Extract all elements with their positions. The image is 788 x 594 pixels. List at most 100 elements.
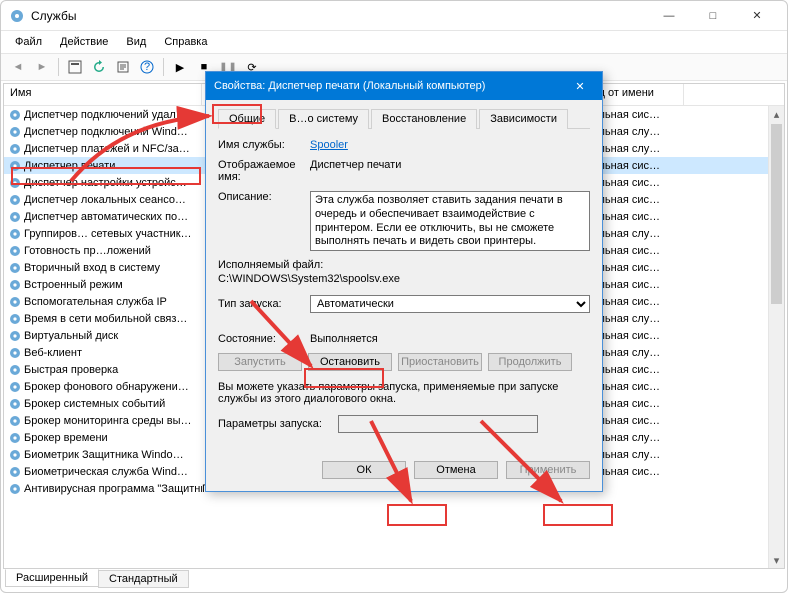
menu-view[interactable]: Вид <box>118 34 154 50</box>
service-name: Брокер времени <box>24 432 202 444</box>
tab-standard[interactable]: Стандартный <box>98 570 189 588</box>
gear-icon <box>8 227 22 241</box>
apply-button[interactable]: Применить <box>506 461 590 479</box>
service-name: Диспетчер печати <box>24 160 202 172</box>
menu-action[interactable]: Действие <box>52 34 116 50</box>
toolbar-separator <box>58 58 59 76</box>
toolbar-back-button[interactable]: ◄ <box>7 56 29 78</box>
svg-text:?: ? <box>144 61 150 73</box>
service-name: Диспетчер автоматических по… <box>24 211 202 223</box>
gear-icon <box>8 244 22 258</box>
gear-icon <box>8 346 22 360</box>
executable-label: Исполняемый файл: <box>218 259 323 271</box>
dialog-close-button[interactable]: ✕ <box>566 80 594 93</box>
service-name: Диспетчер настройки устройс… <box>24 177 202 189</box>
gear-icon <box>8 193 22 207</box>
tab-extended[interactable]: Расширенный <box>5 569 99 587</box>
window-maximize-button[interactable]: □ <box>691 2 735 30</box>
properties-dialog: Свойства: Диспетчер печати (Локальный ко… <box>205 71 603 492</box>
window-title: Службы <box>31 9 647 23</box>
gear-icon <box>8 448 22 462</box>
stop-button[interactable]: Остановить <box>308 353 392 371</box>
service-name: Диспетчер подключений Wind… <box>24 126 202 138</box>
service-name: Диспетчер подключений удал… <box>24 109 202 121</box>
startup-type-select[interactable]: Автоматически <box>310 295 590 313</box>
toolbar-separator <box>163 58 164 76</box>
menu-bar: Файл Действие Вид Справка <box>1 31 787 53</box>
gear-icon <box>8 108 22 122</box>
service-name: Брокер системных событий <box>24 398 202 410</box>
service-name: Биометрик Защитника Windo… <box>24 449 202 461</box>
scroll-thumb[interactable] <box>771 124 782 304</box>
gear-icon <box>8 261 22 275</box>
cancel-button[interactable]: Отмена <box>414 461 498 479</box>
resume-button[interactable]: Продолжить <box>488 353 572 371</box>
start-button[interactable]: Запустить <box>218 353 302 371</box>
service-name: Встроенный режим <box>24 279 202 291</box>
service-name: Диспетчер платежей и NFC/за… <box>24 143 202 155</box>
description-value[interactable]: Эта служба позволяет ставить задания печ… <box>310 191 590 251</box>
gear-icon <box>8 397 22 411</box>
toolbar-refresh-button[interactable] <box>88 56 110 78</box>
tab-recovery[interactable]: Восстановление <box>371 109 477 129</box>
service-name: Антивирусная программа "Защитника Window… <box>24 483 202 495</box>
display-name-label: Отображаемое имя: <box>218 159 310 183</box>
gear-icon <box>8 414 22 428</box>
executable-value: C:\WINDOWS\System32\spoolsv.exe <box>218 273 400 285</box>
pause-button[interactable]: Приостановить <box>398 353 482 371</box>
service-name: Группиров… сетевых участник… <box>24 228 202 240</box>
service-name: Вспомогательная служба IP <box>24 296 202 308</box>
gear-icon <box>8 142 22 156</box>
service-name: Веб-клиент <box>24 347 202 359</box>
start-params-input[interactable] <box>338 415 538 433</box>
toolbar-export-button[interactable] <box>112 56 134 78</box>
tab-logon[interactable]: В…о систему <box>278 109 369 129</box>
window-minimize-button[interactable]: — <box>647 2 691 30</box>
gear-icon <box>8 465 22 479</box>
bottom-tabs: Расширенный Стандартный <box>1 570 787 592</box>
menu-file[interactable]: Файл <box>7 34 50 50</box>
service-name: Брокер мониторинга среды вы… <box>24 415 202 427</box>
dialog-tabs: Общие В…о систему Восстановление Зависим… <box>218 108 590 129</box>
service-name: Вторичный вход в систему <box>24 262 202 274</box>
service-name-label: Имя службы: <box>218 139 310 151</box>
service-name: Брокер фонового обнаружени… <box>24 381 202 393</box>
toolbar-forward-button[interactable]: ► <box>31 56 53 78</box>
service-name: Биометрическая служба Wind… <box>24 466 202 478</box>
scroll-up-icon[interactable]: ▴ <box>769 106 784 122</box>
service-name: Виртуальный диск <box>24 330 202 342</box>
dialog-titlebar[interactable]: Свойства: Диспетчер печати (Локальный ко… <box>206 72 602 100</box>
window-titlebar: Службы — □ ✕ <box>1 1 787 31</box>
gear-icon <box>8 159 22 173</box>
column-name[interactable]: Имя <box>4 84 202 105</box>
window-close-button[interactable]: ✕ <box>735 2 779 30</box>
gear-icon <box>8 329 22 343</box>
services-icon <box>9 8 25 24</box>
ok-button[interactable]: ОК <box>322 461 406 479</box>
menu-help[interactable]: Справка <box>156 34 215 50</box>
start-params-label: Параметры запуска: <box>218 418 338 430</box>
gear-icon <box>8 176 22 190</box>
state-label: Состояние: <box>218 333 310 345</box>
service-name-value[interactable]: Spooler <box>310 139 590 151</box>
dialog-title: Свойства: Диспетчер печати (Локальный ко… <box>214 80 566 92</box>
toolbar-start-button[interactable]: ▶ <box>169 56 191 78</box>
gear-icon <box>8 380 22 394</box>
service-name: Быстрая проверка <box>24 364 202 376</box>
gear-icon <box>8 482 22 496</box>
gear-icon <box>8 431 22 445</box>
tab-dependencies[interactable]: Зависимости <box>479 109 568 129</box>
description-label: Описание: <box>218 191 310 203</box>
scroll-down-icon[interactable]: ▾ <box>769 552 784 568</box>
vertical-scrollbar[interactable]: ▴ ▾ <box>768 106 784 568</box>
service-name: Готовность пр…ложений <box>24 245 202 257</box>
display-name-value: Диспетчер печати <box>310 159 590 171</box>
tab-general[interactable]: Общие <box>218 109 276 129</box>
gear-icon <box>8 210 22 224</box>
gear-icon <box>8 363 22 377</box>
toolbar-properties-button[interactable] <box>64 56 86 78</box>
service-name: Время в сети мобильной связ… <box>24 313 202 325</box>
gear-icon <box>8 278 22 292</box>
start-params-hint: Вы можете указать параметры запуска, при… <box>218 381 590 405</box>
toolbar-help-button[interactable]: ? <box>136 56 158 78</box>
